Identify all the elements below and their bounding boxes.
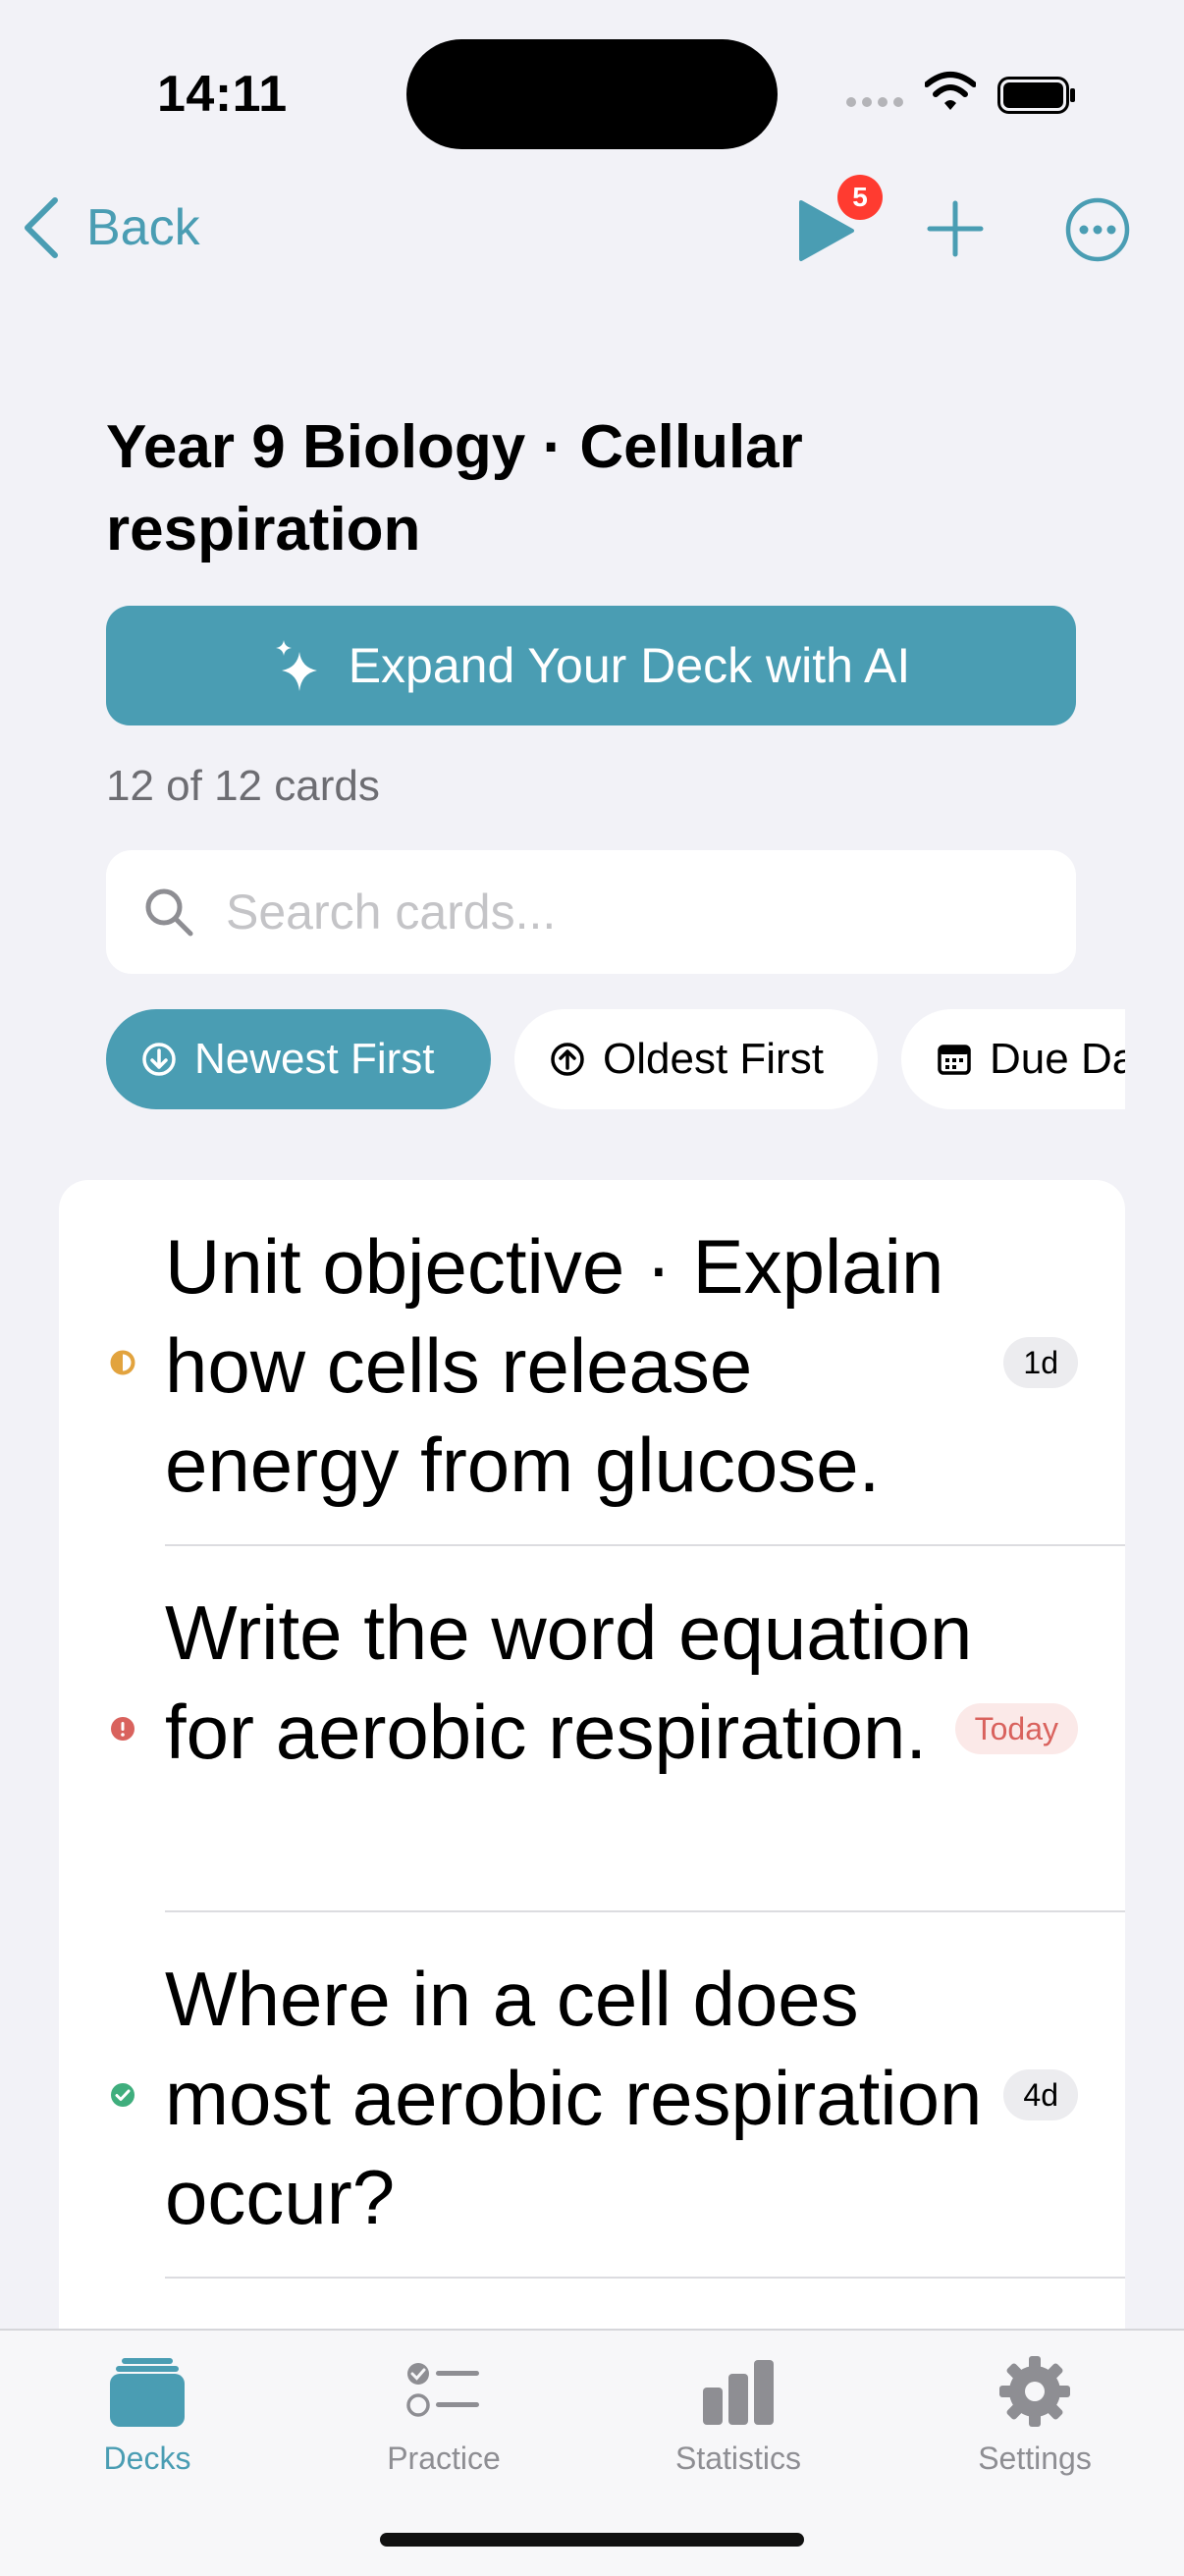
tab-settings-label: Settings bbox=[978, 2441, 1092, 2476]
cellular-signal-icon bbox=[846, 94, 909, 112]
arrow-down-circle-icon bbox=[142, 1043, 176, 1076]
tab-decks-label: Decks bbox=[103, 2441, 191, 2476]
overdue-status-icon bbox=[111, 1717, 135, 1741]
calendar-icon bbox=[938, 1045, 971, 1075]
sort-options: Newest First Oldest First Due Date bbox=[106, 1009, 1125, 1109]
settings-icon bbox=[999, 2356, 1070, 2427]
decks-icon bbox=[110, 2358, 185, 2427]
sort-oldest-first-chip[interactable]: Oldest First bbox=[514, 1009, 878, 1109]
sort-due-date-label: Due Date bbox=[990, 1035, 1125, 1083]
row-divider bbox=[165, 2277, 1125, 2279]
expand-deck-ai-label: Expand Your Deck with AI bbox=[348, 638, 911, 693]
tab-statistics[interactable]: Statistics bbox=[640, 2354, 836, 2477]
card-question: Write the word equation for aerobic resp… bbox=[165, 1589, 973, 1775]
sort-oldest-first-label: Oldest First bbox=[603, 1035, 824, 1083]
sort-newest-first-chip[interactable]: Newest First bbox=[106, 1009, 491, 1109]
dynamic-island bbox=[406, 39, 778, 149]
card-list: Unit objective · Explain how cells relea… bbox=[59, 1180, 1125, 2338]
sort-newest-first-label: Newest First bbox=[194, 1035, 435, 1083]
back-button[interactable]: Back bbox=[22, 196, 200, 259]
search-bar[interactable] bbox=[106, 850, 1076, 974]
back-label: Back bbox=[86, 199, 200, 256]
tab-decks[interactable]: Decks bbox=[49, 2354, 245, 2477]
card-row[interactable]: Where in a cell does most aerobic respir… bbox=[59, 1912, 1125, 2279]
sparkles-icon bbox=[275, 640, 317, 691]
deck-title: Year 9 Biology · Cellular respiration bbox=[106, 413, 803, 564]
tab-settings[interactable]: Settings bbox=[937, 2354, 1133, 2477]
card-question: Where in a cell does most aerobic respir… bbox=[165, 1956, 983, 2240]
more-options-icon[interactable] bbox=[1064, 196, 1131, 263]
card-row[interactable]: Write the word equation for aerobic resp… bbox=[59, 1546, 1125, 1912]
add-card-icon[interactable] bbox=[927, 200, 984, 257]
tab-practice[interactable]: Practice bbox=[346, 2354, 542, 2477]
mastered-status-icon bbox=[111, 2083, 135, 2107]
sort-due-date-chip[interactable]: Due Date bbox=[901, 1009, 1125, 1109]
practice-icon bbox=[406, 2363, 479, 2417]
due-badge: Today bbox=[954, 1703, 1078, 1754]
wifi-icon bbox=[925, 72, 976, 110]
tab-statistics-label: Statistics bbox=[674, 2441, 802, 2476]
card-question: Unit objective · Explain how cells relea… bbox=[165, 1223, 944, 1508]
arrow-up-circle-icon bbox=[551, 1043, 584, 1076]
learning-status-icon bbox=[110, 1350, 135, 1375]
due-count-badge: 5 bbox=[837, 175, 883, 220]
due-badge: 4d bbox=[1003, 2069, 1078, 2120]
due-badge: 1d bbox=[1003, 1337, 1078, 1388]
search-input[interactable] bbox=[224, 883, 994, 941]
search-icon bbox=[145, 888, 193, 937]
battery-icon bbox=[997, 77, 1075, 114]
status-time: 14:11 bbox=[157, 66, 288, 123]
card-count: 12 of 12 cards bbox=[106, 762, 380, 810]
tab-practice-label: Practice bbox=[387, 2441, 501, 2476]
expand-deck-ai-button[interactable]: Expand Your Deck with AI bbox=[106, 606, 1076, 725]
statistics-icon bbox=[703, 2360, 774, 2425]
home-indicator bbox=[380, 2533, 804, 2547]
chevron-left-icon bbox=[25, 197, 58, 258]
card-row[interactable]: Unit objective · Explain how cells relea… bbox=[59, 1180, 1125, 1546]
